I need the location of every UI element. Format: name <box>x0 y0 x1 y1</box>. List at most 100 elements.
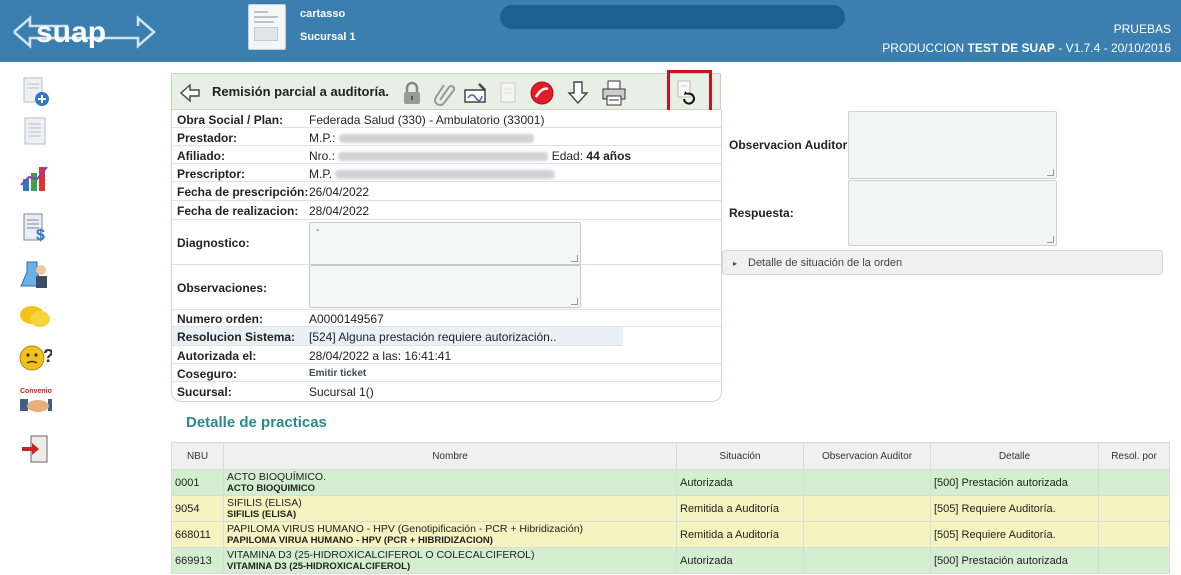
table-row[interactable]: 9054 SIFILIS (ELISA) SIFILIS (ELISA) Remi… <box>171 495 1170 522</box>
user-name: cartasso <box>300 8 346 20</box>
cell-nombre: PAPILOMA VIRUS HUMANO - HPV (Genotipific… <box>223 521 677 548</box>
column-header-nombre[interactable]: Nombre <box>223 442 677 470</box>
column-header-detalle[interactable]: Detalle <box>930 442 1099 470</box>
autorizada-row: Autorizada el: 28/04/2022 a las: 16:41:4… <box>172 346 721 364</box>
cell-observacion <box>803 547 931 574</box>
emitir-ticket-link[interactable]: Emitir ticket <box>309 368 366 379</box>
cell-detalle: [505] Requiere Auditoría. <box>930 521 1099 548</box>
obra-social-value: Federada Salud (330) - Ambulatorio (3300… <box>309 113 545 127</box>
sucursal-value: Sucursal 1() <box>309 385 374 399</box>
environment-label: PRUEBAS <box>1113 22 1171 36</box>
cell-resol <box>1098 521 1170 548</box>
chat-icon[interactable] <box>18 300 52 334</box>
redacted-prestador <box>338 134 534 144</box>
sucursal-row: Sucursal: Sucursal 1() <box>177 385 374 399</box>
order-title: Remisión parcial a auditoría. <box>212 84 389 99</box>
afiliado-row: Afiliado: Nro.: Edad: 44 años <box>172 146 721 164</box>
coseguro-row: Coseguro: Emitir ticket <box>172 364 721 382</box>
cancel-icon[interactable] <box>528 79 556 107</box>
chart-icon[interactable] <box>18 162 52 196</box>
signature-icon[interactable] <box>462 79 490 107</box>
svg-text:$: $ <box>36 227 45 244</box>
lab-doctor-icon[interactable] <box>18 258 52 292</box>
header-search-bar[interactable] <box>500 5 845 29</box>
cell-detalle: [500] Prestación autorizada <box>930 469 1099 496</box>
billing-icon[interactable]: $ <box>18 210 52 244</box>
cell-situacion: Autorizada <box>676 469 804 496</box>
printer-icon[interactable] <box>600 79 628 107</box>
cell-resol <box>1098 469 1170 496</box>
cell-nombre: VITAMINA D3 (25-HIDROXICALCIFEROL O COLE… <box>223 547 677 574</box>
detalle-situacion-toggle[interactable]: ▸ Detalle de situación de la orden <box>722 250 1163 275</box>
table-row[interactable]: 669913 VITAMINA D3 (25-HIDROXICALCIFEROL… <box>171 547 1170 574</box>
table-header-row: NBU Nombre Situación Observacion Auditor… <box>171 442 1170 470</box>
prescriptor-row: Prescriptor: M.P. <box>172 164 721 182</box>
table-row[interactable]: 668011 PAPILOMA VIRUS HUMANO - HPV (Geno… <box>171 521 1170 548</box>
autorizada-value: 28/04/2022 a las: 16:41:41 <box>309 349 452 363</box>
help-icon[interactable]: ? <box>18 340 52 374</box>
resolucion-row: Resolucion Sistema: [524] Alguna prestac… <box>172 327 623 346</box>
suap-logo[interactable]: suap <box>8 10 158 54</box>
redacted-afiliado <box>338 152 549 162</box>
attach-icon[interactable] <box>430 79 458 107</box>
cell-nbu: 0001 <box>171 469 224 496</box>
practices-table: NBU Nombre Situación Observacion Auditor… <box>171 442 1170 574</box>
cell-resol <box>1098 547 1170 574</box>
practices-title: Detalle de practicas <box>186 414 327 431</box>
cell-detalle: [505] Requiere Auditoría. <box>930 495 1099 522</box>
version-info: PRODUCCION TEST DE SUAP - V1.7.4 - 20/10… <box>882 41 1171 55</box>
diagnostico-row: Diagnostico: - <box>172 220 721 265</box>
respuesta-field[interactable] <box>848 180 1057 246</box>
document-thumbnail-icon <box>248 4 286 50</box>
cell-situacion: Remitida a Auditoría <box>676 495 804 522</box>
document-list-icon[interactable] <box>18 115 52 149</box>
respuesta-label: Respuesta: <box>729 206 794 220</box>
observaciones-field[interactable] <box>309 265 581 308</box>
app-header: suap cartasso Sucursal 1 PRUEBAS PRODUCC… <box>0 0 1181 62</box>
download-arrow-icon[interactable] <box>564 79 592 107</box>
cell-nbu: 668011 <box>171 521 224 548</box>
order-detail-panel: Obra Social / Plan: Federada Salud (330)… <box>171 110 722 402</box>
cell-situacion: Remitida a Auditoría <box>676 521 804 548</box>
resolucion-value: [524] Alguna prestación requiere autoriz… <box>309 330 557 344</box>
column-header-situacion[interactable]: Situación <box>676 442 804 470</box>
column-header-observacion[interactable]: Observacion Auditor <box>803 442 931 470</box>
obra-social-row: Obra Social / Plan: Federada Salud (330)… <box>172 110 721 128</box>
user-branch: Sucursal 1 <box>300 31 356 43</box>
column-header-nbu[interactable]: NBU <box>171 442 224 470</box>
svg-text:?: ? <box>43 346 52 366</box>
prestador-row: Prestador: M.P.: <box>172 128 721 146</box>
cell-detalle: [500] Prestación autorizada <box>930 547 1099 574</box>
fecha-realizacion-row: Fecha de realizacion: 28/04/2022 <box>172 201 721 220</box>
svg-text:suap: suap <box>36 16 106 49</box>
handshake-icon[interactable]: Convenio <box>18 385 52 419</box>
lock-icon[interactable] <box>398 79 426 107</box>
column-header-resol[interactable]: Resol. por <box>1098 442 1170 470</box>
fecha-prescripcion-row: Fecha de prescripción: 26/04/2022 <box>172 182 721 201</box>
redacted-prescriptor <box>335 170 556 180</box>
order-toolbar: Remisión parcial a auditoría. <box>171 73 721 110</box>
fecha-prescripcion-value: 26/04/2022 <box>309 185 370 199</box>
numero-orden-row: Numero orden: A0000149567 <box>172 310 721 327</box>
cell-observacion <box>803 521 931 548</box>
cell-nombre: SIFILIS (ELISA) SIFILIS (ELISA) <box>223 495 677 522</box>
cell-situacion: Autorizada <box>676 547 804 574</box>
fecha-realizacion-value: 28/04/2022 <box>309 204 370 218</box>
cell-nbu: 9054 <box>171 495 224 522</box>
cell-observacion <box>803 495 931 522</box>
observaciones-row: Observaciones: <box>172 265 721 310</box>
new-document-icon[interactable] <box>18 75 52 109</box>
svg-text:Convenio: Convenio <box>20 388 52 395</box>
exit-icon[interactable] <box>18 432 52 466</box>
observacion-auditor-label: Observacion Auditor <box>729 138 848 152</box>
cell-resol <box>1098 495 1170 522</box>
diagnostico-field[interactable]: - <box>309 222 581 265</box>
numero-orden-value: A0000149567 <box>309 312 384 326</box>
observacion-auditor-field[interactable] <box>848 111 1057 179</box>
reload-highlight-box <box>667 70 712 115</box>
page-icon[interactable] <box>494 79 522 107</box>
back-arrow-icon[interactable] <box>176 79 204 107</box>
cell-nombre: ACTO BIOQUÍMICO. ACTO BIOQUIMICO <box>223 469 677 496</box>
table-row[interactable]: 0001 ACTO BIOQUÍMICO. ACTO BIOQUIMICO Aut… <box>171 469 1170 496</box>
cell-observacion <box>803 469 931 496</box>
